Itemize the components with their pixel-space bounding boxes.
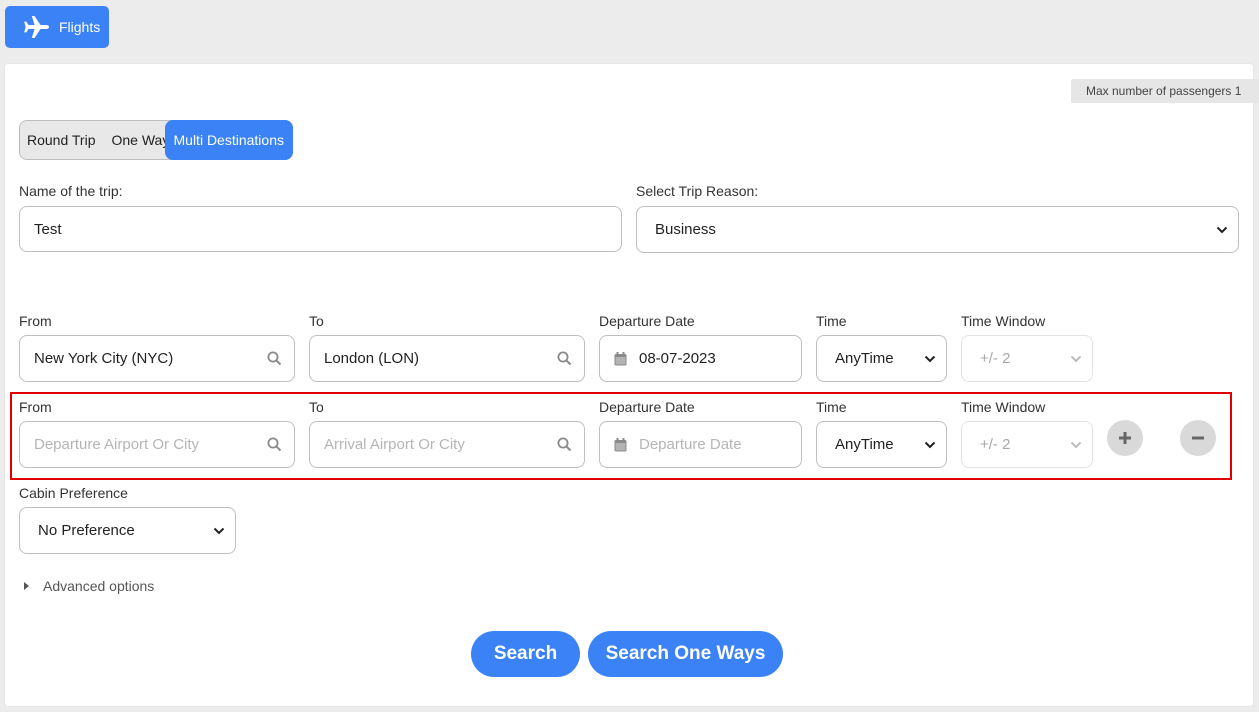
cabin-preference-value: No Preference xyxy=(38,522,135,539)
search-form-panel xyxy=(5,64,1253,706)
leg1-to-value: London (LON) xyxy=(324,350,420,367)
chevron-down-icon xyxy=(924,441,936,448)
leg2-from-input[interactable]: Departure Airport Or City xyxy=(19,421,295,468)
search-icon xyxy=(557,351,572,366)
remove-leg-button[interactable] xyxy=(1180,420,1216,456)
calendar-icon xyxy=(614,351,627,365)
trip-name-value: Test xyxy=(34,220,62,238)
leg2-to-placeholder: Arrival Airport Or City xyxy=(324,436,465,453)
leg2-date-placeholder: Departure Date xyxy=(639,436,742,453)
chevron-down-icon xyxy=(924,355,936,362)
search-icon xyxy=(557,437,572,452)
trip-reason-value: Business xyxy=(655,221,716,238)
trip-type-round-trip[interactable]: Round Trip xyxy=(20,121,103,159)
trip-reason-select[interactable]: Business xyxy=(636,206,1239,253)
chevron-down-icon xyxy=(1070,355,1082,362)
search-icon xyxy=(267,437,282,452)
leg1-window-value: +/- 2 xyxy=(980,350,1011,367)
leg2-window-label: Time Window xyxy=(961,399,1046,415)
leg2-to-input[interactable]: Arrival Airport Or City xyxy=(309,421,585,468)
chevron-down-icon xyxy=(1070,441,1082,448)
search-icon xyxy=(267,351,282,366)
add-leg-button[interactable] xyxy=(1107,420,1143,456)
leg2-from-placeholder: Departure Airport Or City xyxy=(34,436,200,453)
leg1-time-value: AnyTime xyxy=(835,350,894,367)
leg2-time-value: AnyTime xyxy=(835,436,894,453)
flights-tab-label: Flights xyxy=(59,19,101,35)
chevron-down-icon xyxy=(1216,226,1228,233)
leg2-window-value: +/- 2 xyxy=(980,436,1011,453)
trip-reason-label: Select Trip Reason: xyxy=(636,183,759,199)
plus-icon xyxy=(1119,432,1131,444)
minus-icon xyxy=(1192,436,1204,440)
leg1-window-select[interactable]: +/- 2 xyxy=(961,335,1093,382)
cabin-preference-label: Cabin Preference xyxy=(19,485,128,501)
trip-type-multi-destinations[interactable]: Multi Destinations xyxy=(164,120,293,160)
calendar-icon xyxy=(614,437,627,451)
airplane-icon xyxy=(24,16,49,38)
leg1-to-input[interactable]: London (LON) xyxy=(309,335,585,382)
search-button[interactable]: Search xyxy=(471,631,580,677)
leg2-from-label: From xyxy=(19,399,52,415)
leg2-date-label: Departure Date xyxy=(599,399,695,415)
flights-tab[interactable]: Flights xyxy=(5,6,109,48)
leg2-date-input[interactable]: Departure Date xyxy=(599,421,802,468)
trip-type-toggle: Round Trip One Way Multi Destinations xyxy=(19,120,293,160)
advanced-options-toggle[interactable]: Advanced options xyxy=(24,578,154,594)
trip-name-label: Name of the trip: xyxy=(19,183,123,199)
leg1-date-label: Departure Date xyxy=(599,313,695,329)
leg2-to-label: To xyxy=(309,399,324,415)
chevron-down-icon xyxy=(213,527,225,534)
leg1-from-value: New York City (NYC) xyxy=(34,350,174,367)
trip-name-input[interactable]: Test xyxy=(19,206,622,252)
search-one-ways-button[interactable]: Search One Ways xyxy=(588,631,783,677)
leg1-to-label: To xyxy=(309,313,324,329)
leg1-time-label: Time xyxy=(816,313,847,329)
leg2-time-select[interactable]: AnyTime xyxy=(816,421,947,468)
leg1-date-input[interactable]: 08-07-2023 xyxy=(599,335,802,382)
leg2-window-select[interactable]: +/- 2 xyxy=(961,421,1093,468)
max-passengers-badge: Max number of passengers 1 xyxy=(1071,79,1259,103)
leg1-from-label: From xyxy=(19,313,52,329)
caret-right-icon xyxy=(24,582,29,590)
leg1-from-input[interactable]: New York City (NYC) xyxy=(19,335,295,382)
leg1-time-select[interactable]: AnyTime xyxy=(816,335,947,382)
cabin-preference-select[interactable]: No Preference xyxy=(19,507,236,554)
leg1-window-label: Time Window xyxy=(961,313,1046,329)
advanced-options-label: Advanced options xyxy=(43,578,155,594)
leg1-date-value: 08-07-2023 xyxy=(639,350,716,367)
leg2-time-label: Time xyxy=(816,399,847,415)
